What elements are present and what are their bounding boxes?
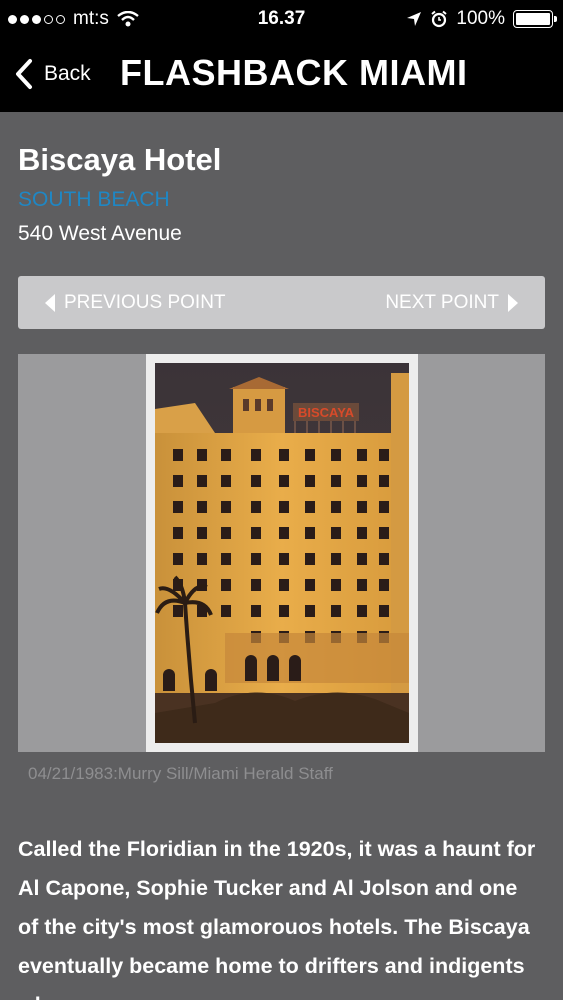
photo-mat[interactable]: BISCAYA	[146, 354, 418, 752]
previous-point-label: PREVIOUS POINT	[64, 291, 226, 313]
place-description: Called the Floridian in the 1920s, it wa…	[18, 837, 536, 1000]
app-title: FLASHBACK MIAMI	[120, 52, 468, 93]
place-name: Biscaya Hotel	[18, 142, 222, 177]
area-link[interactable]: SOUTH BEACH	[18, 188, 170, 212]
caret-left-icon	[45, 293, 55, 312]
location-arrow-icon	[407, 12, 422, 26]
next-point-button[interactable]: NEXT POINT	[385, 276, 519, 329]
point-pager: PREVIOUS POINT NEXT POINT	[18, 276, 545, 329]
chevron-left-icon	[16, 59, 32, 89]
navigation-bar: Back FLASHBACK MIAMI	[0, 40, 563, 112]
status-right: 100%	[406, 8, 557, 30]
next-point-label: NEXT POINT	[385, 291, 499, 313]
photo-caption: 04/21/1983:Murry Sill/Miami Herald Staff	[28, 764, 333, 783]
battery-percent: 100%	[456, 8, 505, 29]
previous-point-button[interactable]: PREVIOUS POINT	[44, 276, 226, 329]
battery-icon	[513, 10, 557, 28]
photo-frame: BISCAYA	[18, 354, 545, 752]
back-label: Back	[44, 62, 91, 85]
caret-right-icon	[508, 293, 518, 312]
status-bar: mt:s 16.37 100%	[0, 0, 563, 40]
alarm-clock-icon	[431, 10, 448, 28]
place-address: 540 West Avenue	[18, 222, 182, 245]
hotel-photo-illustration: BISCAYA	[155, 363, 409, 743]
building-sign-text: BISCAYA	[298, 405, 355, 420]
back-button[interactable]: Back	[14, 58, 91, 90]
hotel-photo[interactable]: BISCAYA	[155, 363, 409, 743]
